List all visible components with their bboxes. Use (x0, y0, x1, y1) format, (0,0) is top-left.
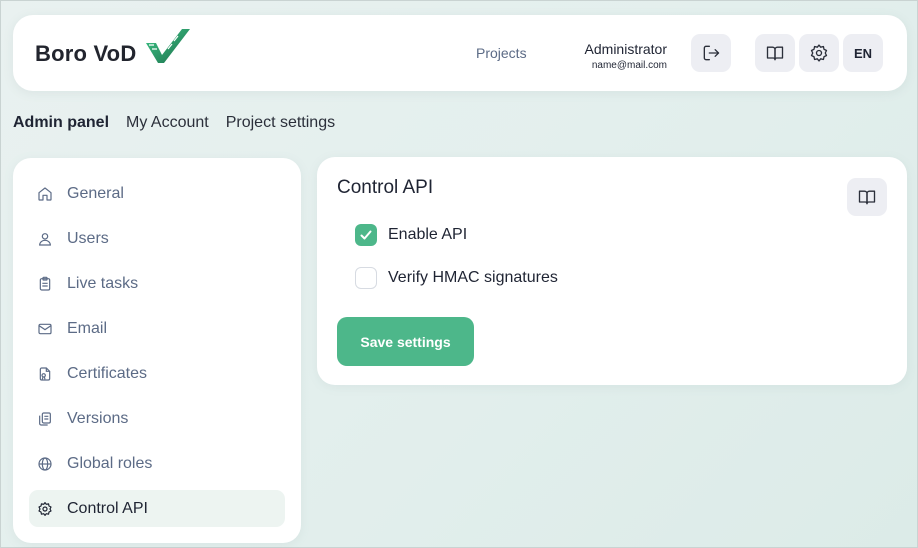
gear-icon (810, 44, 828, 62)
globe-icon (37, 456, 53, 472)
user-icon (37, 231, 53, 247)
tab-admin-panel[interactable]: Admin panel (13, 114, 109, 132)
sidebar-item-label: Email (67, 319, 108, 337)
sidebar: General Users Live tasks Email Certifica… (13, 158, 301, 543)
panel-docs-button[interactable] (847, 178, 887, 216)
language-button[interactable]: EN (843, 34, 883, 72)
save-settings-button[interactable]: Save settings (337, 317, 474, 366)
sidebar-item-general[interactable]: General (29, 175, 285, 212)
top-navigation: Admin panel My Account Project settings (13, 114, 335, 132)
logo-text: Boro VoD (35, 40, 137, 66)
book-icon (766, 46, 784, 61)
panel-title: Control API (337, 177, 434, 198)
user-name: Administrator (584, 41, 667, 57)
clipboard-icon (37, 276, 53, 292)
verify-hmac-label: Verify HMAC signatures (388, 269, 558, 286)
certificate-icon (37, 366, 53, 382)
sidebar-item-label: Users (67, 229, 109, 247)
book-icon (858, 190, 876, 205)
logo-check-icon (144, 29, 192, 70)
sidebar-item-users[interactable]: Users (29, 220, 285, 257)
user-info[interactable]: Administrator name@mail.com (585, 41, 667, 71)
sidebar-item-global-roles[interactable]: Global roles (29, 445, 285, 482)
checkmark-icon (360, 230, 372, 240)
sidebar-item-label: Live tasks (67, 274, 139, 292)
sidebar-item-label: Certificates (67, 364, 148, 382)
nav-projects-link[interactable]: Projects (476, 45, 527, 61)
tab-my-account[interactable]: My Account (126, 114, 209, 132)
control-api-panel: Control API Enable API Verify HMAC signa… (317, 157, 907, 385)
verify-hmac-checkbox[interactable] (355, 267, 377, 289)
sidebar-item-versions[interactable]: Versions (29, 400, 285, 437)
sidebar-item-control-api[interactable]: Control API (29, 490, 285, 527)
enable-api-option[interactable]: Enable API (355, 224, 467, 246)
settings-button[interactable] (799, 34, 839, 72)
header-bar: Boro VoD Projects Administrator name@mai… (13, 15, 907, 91)
sidebar-item-email[interactable]: Email (29, 310, 285, 347)
verify-hmac-option[interactable]: Verify HMAC signatures (355, 267, 558, 289)
home-icon (37, 186, 53, 202)
sidebar-item-live-tasks[interactable]: Live tasks (29, 265, 285, 302)
mail-icon (37, 321, 53, 337)
logout-button[interactable] (691, 34, 731, 72)
sidebar-item-label: General (67, 184, 124, 202)
user-email: name@mail.com (591, 60, 667, 71)
tab-project-settings[interactable]: Project settings (226, 114, 335, 132)
sidebar-item-label: Global roles (67, 454, 153, 472)
sidebar-item-certificates[interactable]: Certificates (29, 355, 285, 392)
gear-icon (37, 501, 53, 517)
sidebar-item-label: Control API (67, 499, 148, 517)
logout-icon (703, 45, 720, 61)
enable-api-checkbox[interactable] (355, 224, 377, 246)
enable-api-label: Enable API (388, 226, 468, 243)
sidebar-item-label: Versions (67, 409, 129, 427)
logo[interactable]: Boro VoD (35, 29, 192, 70)
copy-icon (37, 411, 53, 427)
docs-button[interactable] (755, 34, 795, 72)
